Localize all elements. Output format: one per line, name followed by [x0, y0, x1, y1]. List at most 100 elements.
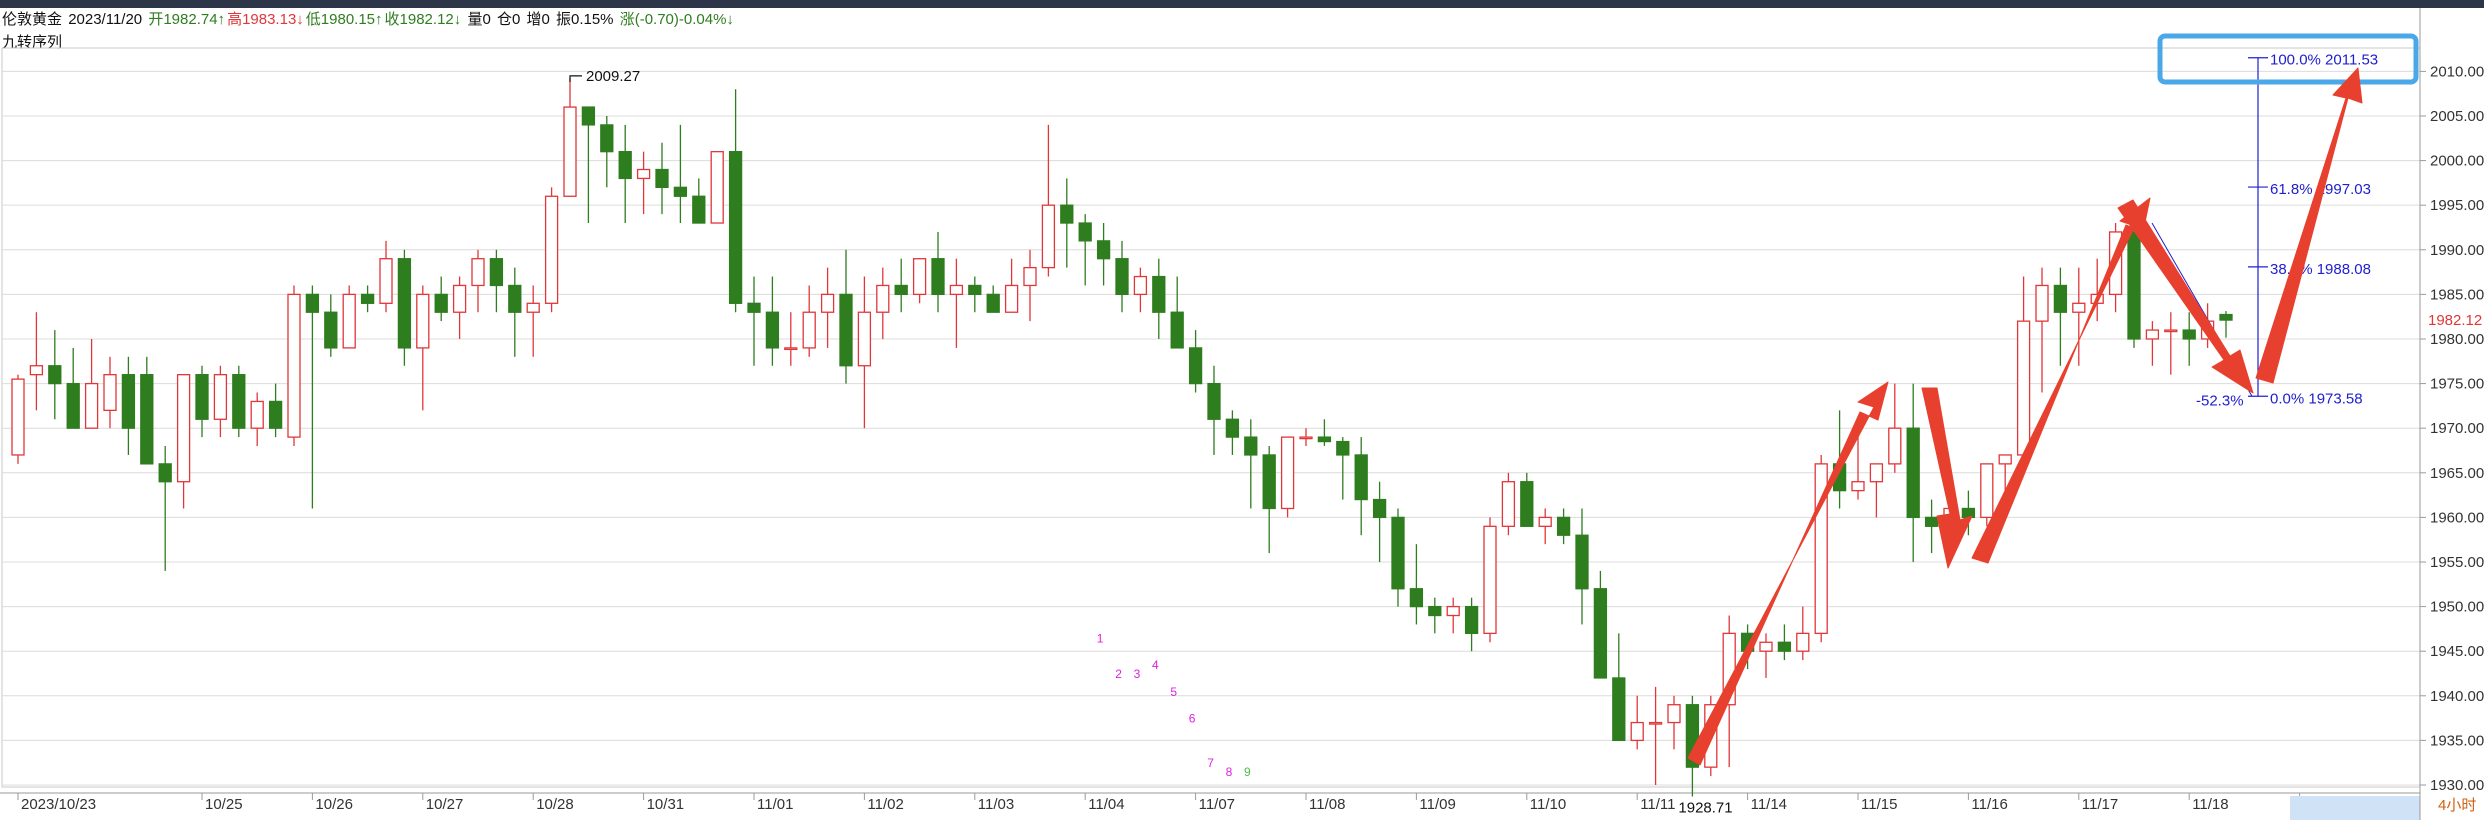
candle-down — [158, 463, 172, 483]
price-annotations: 2009.27 1928.71 — [569, 68, 1733, 817]
candle-up — [1630, 721, 1644, 742]
x-tick-label: 11/07 — [1199, 796, 1235, 813]
fib-level-label: 100.0% 2011.53 — [2270, 52, 2378, 69]
candle-down — [1612, 677, 1626, 742]
candle-up — [820, 293, 835, 313]
candle-down — [1354, 454, 1368, 501]
candle-up — [379, 258, 393, 304]
fib-level-label: 38.2% 1988.08 — [2270, 261, 2371, 278]
candle-down — [1961, 507, 1976, 519]
candle-down — [986, 293, 1000, 313]
candle-down — [1336, 440, 1350, 456]
candle-down — [765, 311, 780, 349]
x-tick-label: 11/01 — [757, 796, 793, 813]
candle-down — [1060, 204, 1074, 224]
candle-up — [1759, 641, 1773, 652]
candle-up — [1041, 204, 1056, 269]
candle-up — [949, 284, 964, 296]
candle-down — [2127, 231, 2141, 340]
candle-down — [1556, 516, 1571, 536]
candle-down — [48, 365, 62, 385]
td-count: 6 — [1189, 712, 1196, 726]
x-tick-label: 11/11 — [1640, 796, 1675, 813]
x-tick-label: 11/15 — [1861, 796, 1897, 813]
candle-down — [1428, 605, 1442, 617]
candle-up — [2016, 320, 2031, 456]
candle-down — [1188, 347, 1203, 385]
x-axis: 2023/10/23 10/25 10/26 10/27 10/28 10/31 11/01… — [0, 792, 2476, 820]
candle-up — [526, 302, 540, 313]
candle-up — [563, 106, 577, 197]
x-tick-label: 2023/10/23 — [21, 796, 96, 813]
candle-up — [452, 284, 467, 313]
x-tick-label: 10/26 — [315, 796, 353, 813]
candle-up — [471, 258, 485, 287]
y-tick-label: 1975.00 — [2430, 376, 2484, 393]
x-tick-label: 11/09 — [1419, 796, 1455, 813]
td-count: 1 — [1097, 631, 1104, 645]
y-tick-label: 1955.00 — [2430, 554, 2484, 571]
fib-extra-label: -52.3% — [2196, 392, 2244, 409]
candle-up — [213, 374, 228, 420]
candle-down — [2182, 329, 2196, 340]
candle-down — [434, 293, 448, 313]
candle-up — [416, 293, 430, 349]
candle-down — [2053, 284, 2068, 313]
candle-up — [287, 293, 301, 438]
x-tick-label: 11/03 — [978, 796, 1014, 813]
y-tick-label: 1980.00 — [2430, 331, 2484, 348]
candle-up — [1980, 463, 1994, 519]
candle-down — [1409, 588, 1424, 608]
candle-up — [1851, 481, 1865, 492]
red-arrow — [1921, 387, 1973, 569]
candle-down — [268, 400, 283, 429]
candle-up — [84, 382, 99, 429]
td-count: 3 — [1134, 667, 1141, 681]
candle-up — [176, 374, 191, 483]
candle-down — [397, 258, 412, 349]
candle-up — [1538, 516, 1552, 527]
candle-down — [2219, 313, 2233, 321]
candles — [11, 77, 2233, 797]
candle-up — [103, 374, 117, 411]
candle-down — [839, 293, 853, 367]
x-tick-label: 11/14 — [1751, 796, 1787, 813]
candle-up — [1648, 721, 1663, 725]
y-tick-label: 1970.00 — [2430, 420, 2484, 437]
td-count: 4 — [1152, 658, 1159, 672]
y-tick-label: 1950.00 — [2430, 599, 2484, 616]
candle-down — [195, 374, 209, 420]
fibonacci-tool: 100.0% 2011.5361.8% 1997.0338.2% 1988.08… — [2151, 33, 2419, 409]
x-tick-label: 11/08 — [1309, 796, 1345, 813]
y-tick-label: 2010.00 — [2430, 63, 2484, 80]
candle-up — [857, 311, 872, 367]
candle-up — [1667, 704, 1681, 724]
y-tick-label: 2000.00 — [2430, 153, 2484, 170]
candlestick-chart[interactable]: 伦敦黄金 2023/11/20 开1982.74↑ 高1983.13↓ 低1980.… — [0, 0, 2484, 820]
x-tick-label: 10/27 — [426, 796, 464, 813]
candle-down — [1152, 275, 1166, 313]
candle-down — [1906, 427, 1920, 519]
candle-down — [968, 284, 982, 296]
candle-down — [728, 151, 743, 304]
high-annotation: 2009.27 — [586, 68, 640, 85]
y-tick-label: 1945.00 — [2430, 643, 2484, 660]
candle-down — [305, 293, 320, 313]
candle-down — [324, 311, 338, 349]
candle-down — [1170, 311, 1184, 349]
candle-up — [912, 258, 927, 296]
candle-up — [1023, 266, 1037, 287]
candle-down — [1096, 240, 1111, 260]
x-tick-label: 10/25 — [205, 796, 243, 813]
fib-level-label: 0.0% 1973.58 — [2270, 390, 2363, 407]
candle-down — [489, 258, 504, 287]
td-sequence: 1 2 3456 78 9 — [1097, 631, 1251, 779]
candle-up — [1446, 605, 1460, 617]
x-tick-label: 11/17 — [2082, 796, 2118, 813]
y-tick-label: 1985.00 — [2430, 286, 2484, 303]
y-tick-label: 1930.00 — [2430, 777, 2484, 794]
x-tick-label: 11/16 — [1971, 796, 2007, 813]
candle-up — [1888, 427, 1902, 465]
candle-down — [1078, 222, 1092, 242]
last-price-label: 1982.12 — [2428, 312, 2482, 329]
